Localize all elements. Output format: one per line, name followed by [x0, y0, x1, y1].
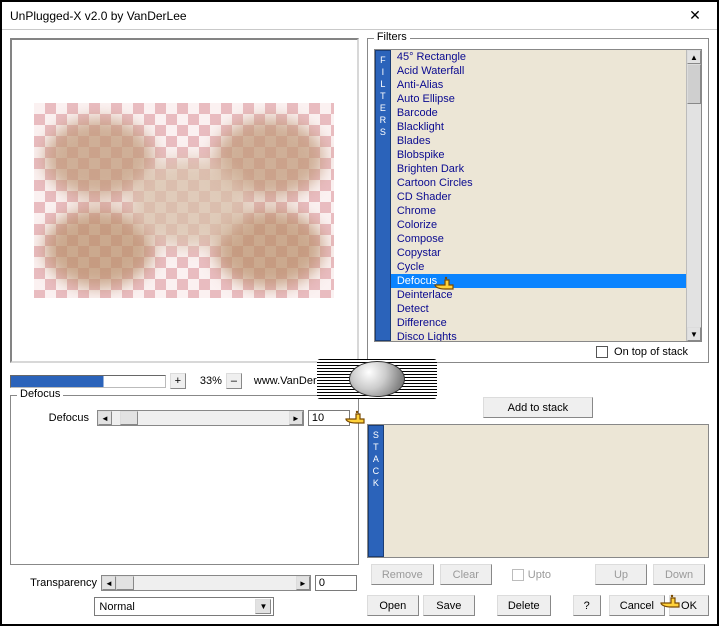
window-close-button[interactable]: ✕ — [675, 4, 715, 28]
stack-group: STACK — [367, 424, 709, 558]
filters-group: Filters FILTERS 45° RectangleAcid Waterf… — [367, 38, 709, 363]
left-panel: + 33% – www.VanDerLee.com Defocus Defocu… — [10, 38, 359, 616]
filters-scrollbar[interactable]: ▲ ▼ — [686, 50, 701, 341]
slider-right-arrow[interactable]: ► — [296, 576, 310, 590]
blend-row: Normal ▼ — [12, 597, 357, 616]
blend-mode-combo[interactable]: Normal ▼ — [94, 597, 274, 616]
filter-item[interactable]: Blobspike — [391, 148, 686, 162]
clear-button[interactable]: Clear — [440, 564, 492, 585]
slider-track[interactable] — [116, 576, 296, 590]
upto-group: Upto — [512, 569, 551, 581]
scroll-down-arrow[interactable]: ▼ — [687, 327, 701, 341]
filter-item[interactable]: 45° Rectangle — [391, 50, 686, 64]
title-bar: UnPlugged-X v2.0 by VanDerLee ✕ — [2, 2, 717, 30]
zoom-row: + 33% – www.VanDerLee.com — [10, 373, 359, 389]
on-top-row: On top of stack — [374, 342, 702, 358]
scroll-thumb[interactable] — [687, 64, 701, 104]
down-button[interactable]: Down — [653, 564, 705, 585]
transparency-label: Transparency — [12, 577, 97, 589]
save-button[interactable]: Save — [423, 595, 475, 616]
filters-legend: Filters — [374, 31, 410, 43]
defocus-row: Defocus ◄ ► — [17, 406, 352, 430]
bottom-buttons: Open Save Delete ? Cancel OK — [367, 585, 709, 616]
filter-item[interactable]: Defocus — [391, 274, 686, 288]
zoom-in-button[interactable]: + — [170, 373, 186, 389]
preview-box — [10, 38, 359, 363]
filters-tab[interactable]: FILTERS — [375, 50, 391, 341]
filter-item[interactable]: Compose — [391, 232, 686, 246]
up-button[interactable]: Up — [595, 564, 647, 585]
slider-right-arrow[interactable]: ► — [289, 411, 303, 425]
slider-track[interactable] — [112, 411, 289, 425]
filter-item[interactable]: Blades — [391, 134, 686, 148]
chevron-down-icon[interactable]: ▼ — [255, 599, 271, 614]
filter-item[interactable]: Deinterlace — [391, 288, 686, 302]
add-to-stack-row: Add to stack — [367, 395, 709, 424]
filter-item[interactable]: CD Shader — [391, 190, 686, 204]
on-top-label: On top of stack — [614, 346, 688, 358]
filters-list-wrap: FILTERS 45° RectangleAcid WaterfallAnti-… — [374, 49, 702, 342]
stack-tab[interactable]: STACK — [368, 425, 384, 557]
cancel-button[interactable]: Cancel — [609, 595, 665, 616]
slider-left-arrow[interactable]: ◄ — [102, 576, 116, 590]
window-title: UnPlugged-X v2.0 by VanDerLee — [10, 9, 675, 23]
transparency-row: Transparency ◄ ► — [12, 575, 357, 591]
defocus-value-input[interactable] — [308, 410, 350, 426]
upto-checkbox[interactable] — [512, 569, 524, 581]
filter-item[interactable]: Cycle — [391, 260, 686, 274]
transparency-slider[interactable]: ◄ ► — [101, 575, 311, 591]
help-button[interactable]: ? — [573, 595, 601, 616]
filter-item[interactable]: Brighten Dark — [391, 162, 686, 176]
delete-button[interactable]: Delete — [497, 595, 551, 616]
right-panel: Filters FILTERS 45° RectangleAcid Waterf… — [367, 38, 709, 616]
preview-blob — [129, 158, 249, 248]
filter-item[interactable]: Disco Lights — [391, 330, 686, 341]
filter-item[interactable]: Difference — [391, 316, 686, 330]
filters-box: FILTERS 45° RectangleAcid WaterfallAnti-… — [374, 49, 702, 358]
filter-item[interactable]: Cartoon Circles — [391, 176, 686, 190]
zoom-percent: 33% — [190, 375, 222, 387]
defocus-label: Defocus — [19, 412, 89, 424]
scroll-track[interactable] — [687, 64, 701, 327]
parameter-group-legend: Defocus — [17, 388, 63, 400]
blend-mode-value: Normal — [99, 601, 134, 613]
scroll-up-arrow[interactable]: ▲ — [687, 50, 701, 64]
filter-item[interactable]: Chrome — [391, 204, 686, 218]
filter-item[interactable]: Colorize — [391, 218, 686, 232]
stack-listbox[interactable] — [384, 425, 708, 557]
slider-thumb[interactable] — [120, 411, 138, 425]
parameter-group: Defocus Defocus ◄ ► — [10, 395, 359, 565]
on-top-checkbox[interactable] — [596, 346, 608, 358]
filter-item[interactable]: Detect — [391, 302, 686, 316]
logo-strip — [317, 359, 437, 399]
filter-item[interactable]: Auto Ellipse — [391, 92, 686, 106]
zoom-progress[interactable] — [10, 375, 166, 388]
filter-item[interactable]: Barcode — [391, 106, 686, 120]
filters-listbox[interactable]: 45° RectangleAcid WaterfallAnti-AliasAut… — [391, 50, 686, 341]
client-area: + 33% – www.VanDerLee.com Defocus Defocu… — [2, 30, 717, 624]
slider-thumb[interactable] — [116, 576, 134, 590]
remove-button[interactable]: Remove — [371, 564, 434, 585]
transparency-value-input[interactable] — [315, 575, 357, 591]
filter-item[interactable]: Anti-Alias — [391, 78, 686, 92]
preview-canvas[interactable] — [34, 103, 334, 298]
add-to-stack-button[interactable]: Add to stack — [483, 397, 593, 418]
upto-label: Upto — [528, 569, 551, 581]
defocus-slider[interactable]: ◄ ► — [97, 410, 304, 426]
ok-button[interactable]: OK — [669, 595, 709, 616]
stack-controls: Remove Clear Upto Up Down — [367, 558, 709, 585]
slider-left-arrow[interactable]: ◄ — [98, 411, 112, 425]
zoom-out-button[interactable]: – — [226, 373, 242, 389]
filter-item[interactable]: Acid Waterfall — [391, 64, 686, 78]
left-bottom: Transparency ◄ ► Normal ▼ — [10, 571, 359, 616]
open-button[interactable]: Open — [367, 595, 419, 616]
filter-item[interactable]: Copystar — [391, 246, 686, 260]
filter-item[interactable]: Blacklight — [391, 120, 686, 134]
